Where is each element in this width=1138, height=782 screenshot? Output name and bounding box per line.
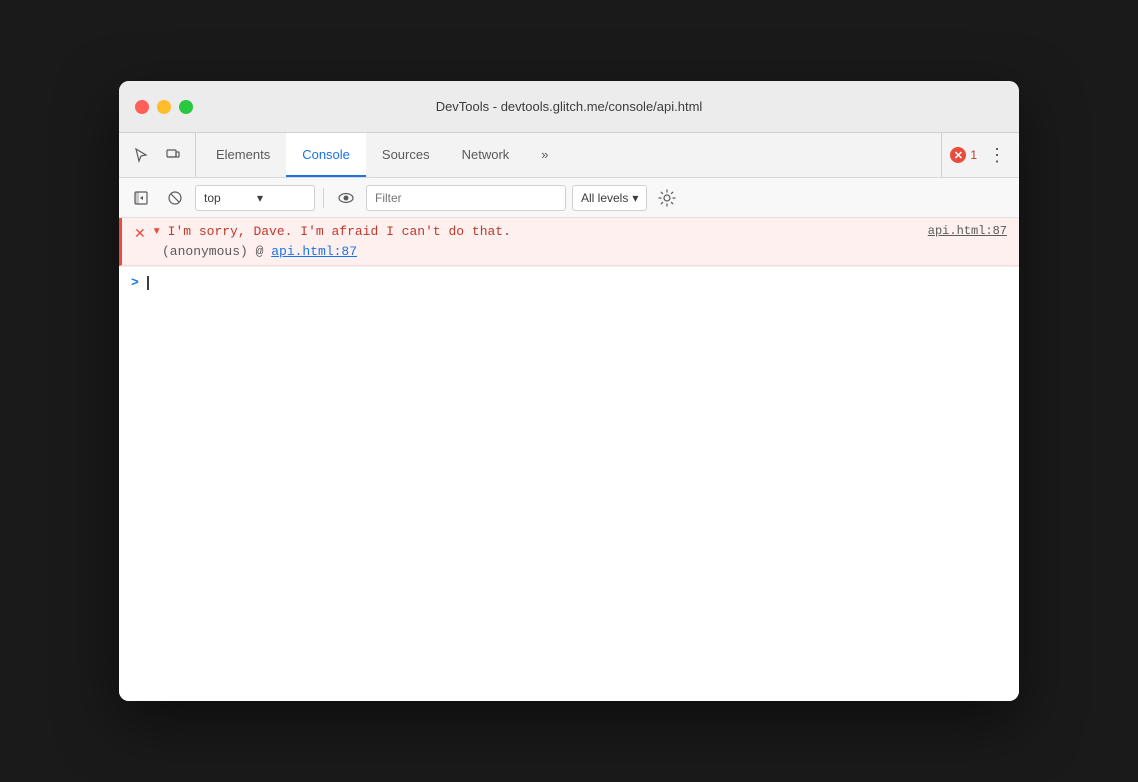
tab-bar-right: ✕ 1 ⋮: [941, 133, 1011, 177]
devtools-window: DevTools - devtools.glitch.me/console/ap…: [119, 81, 1019, 701]
more-icon: ⋮: [988, 145, 1006, 166]
error-expand-triangle[interactable]: ▼: [152, 226, 162, 237]
tab-bar: Elements Console Sources Network » ✕ 1: [119, 133, 1019, 178]
tab-network[interactable]: Network: [446, 133, 526, 177]
context-selector[interactable]: top ▾: [195, 185, 315, 211]
expand-panel-icon: [133, 190, 149, 206]
maximize-button[interactable]: [179, 100, 193, 114]
window-controls: [135, 100, 193, 114]
error-icon: ✕: [954, 149, 963, 162]
console-toolbar: top ▾ All levels ▾: [119, 178, 1019, 218]
error-badge: ✕ 1: [950, 147, 977, 163]
error-stack-trace: (anonymous) @ api.html:87: [134, 244, 1007, 259]
eye-icon: [337, 189, 355, 207]
error-x-icon: ✕: [134, 225, 146, 242]
error-count-badge: ✕: [950, 147, 966, 163]
tab-sources[interactable]: Sources: [366, 133, 446, 177]
level-chevron-icon: ▾: [632, 191, 638, 205]
error-log-entry: ✕ ▼ I'm sorry, Dave. I'm afraid I can't …: [119, 218, 1019, 266]
title-bar: DevTools - devtools.glitch.me/console/ap…: [119, 81, 1019, 133]
close-button[interactable]: [135, 100, 149, 114]
level-value: All levels: [581, 191, 628, 205]
console-content: ✕ ▼ I'm sorry, Dave. I'm afraid I can't …: [119, 218, 1019, 701]
expand-panel-button[interactable]: [127, 184, 155, 212]
context-value: top: [204, 191, 253, 205]
device-icon: [165, 147, 181, 163]
level-selector[interactable]: All levels ▾: [572, 185, 647, 211]
cursor-line: [147, 276, 149, 290]
tab-bar-left: [127, 133, 196, 177]
window-title: DevTools - devtools.glitch.me/console/ap…: [436, 99, 703, 114]
tab-more[interactable]: »: [525, 133, 564, 177]
stack-link[interactable]: api.html:87: [271, 244, 357, 259]
toolbar-divider-1: [323, 188, 324, 208]
filter-input[interactable]: [366, 185, 566, 211]
error-main-line: ✕ ▼ I'm sorry, Dave. I'm afraid I can't …: [134, 224, 1007, 242]
clear-console-button[interactable]: [161, 184, 189, 212]
clear-icon: [167, 190, 183, 206]
inspect-element-button[interactable]: [127, 141, 155, 169]
tab-console[interactable]: Console: [286, 133, 366, 177]
more-options-button[interactable]: ⋮: [983, 141, 1011, 169]
error-message-text: I'm sorry, Dave. I'm afraid I can't do t…: [168, 224, 922, 239]
console-cursor: [147, 276, 149, 290]
console-prompt: >: [131, 275, 139, 290]
stack-line-text: (anonymous) @: [162, 244, 271, 259]
tab-elements[interactable]: Elements: [200, 133, 286, 177]
cursor-icon: [133, 147, 149, 163]
eye-button[interactable]: [332, 184, 360, 212]
device-toggle-button[interactable]: [159, 141, 187, 169]
chevron-down-icon: ▾: [257, 191, 306, 205]
tabs-container: Elements Console Sources Network »: [200, 133, 941, 177]
console-input-row: >: [119, 266, 1019, 298]
error-count: 1: [970, 148, 977, 162]
error-location-link[interactable]: api.html:87: [928, 224, 1007, 238]
gear-icon: [658, 189, 676, 207]
settings-button[interactable]: [653, 184, 681, 212]
minimize-button[interactable]: [157, 100, 171, 114]
